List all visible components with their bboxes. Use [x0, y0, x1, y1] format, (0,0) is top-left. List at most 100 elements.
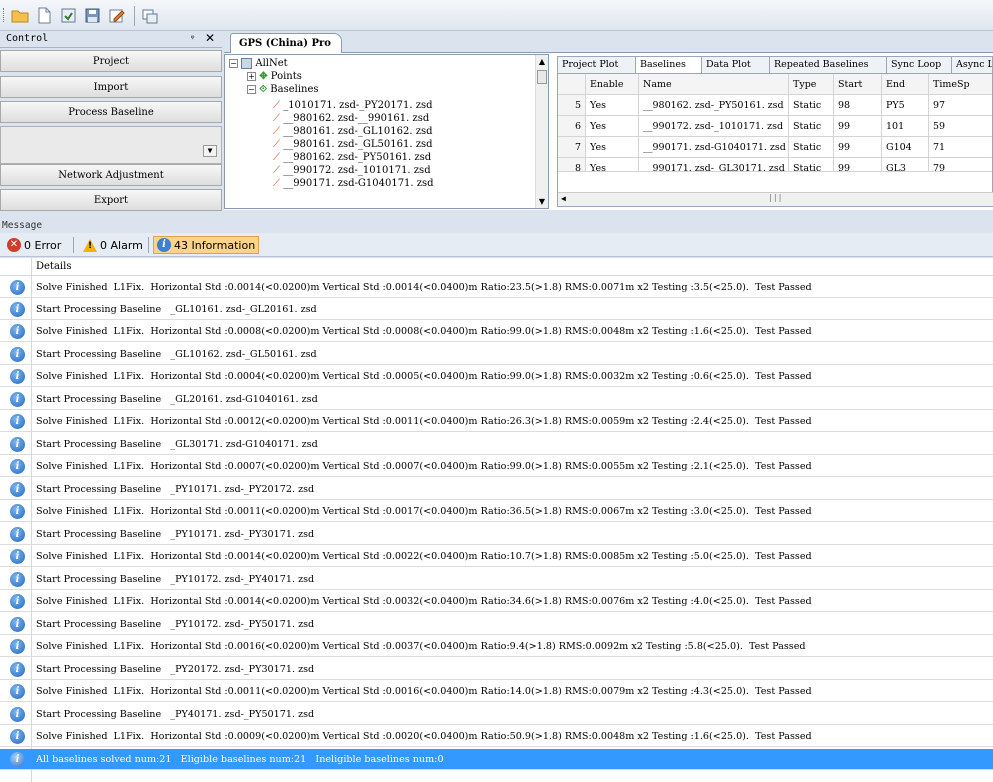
tree-baseline-item[interactable]: ⟋ __980162. zsd-__990161. zsd — [273, 113, 429, 125]
column-header-enable[interactable]: Enable — [586, 74, 639, 95]
cell-type[interactable]: Static — [789, 137, 834, 158]
import-button[interactable]: Import — [0, 76, 222, 98]
edit-icon[interactable] — [106, 6, 126, 25]
cell-start[interactable]: 99 — [834, 158, 882, 172]
row-number[interactable]: 5 — [558, 95, 586, 116]
row-number[interactable]: 7 — [558, 137, 586, 158]
message-row[interactable]: i Solve Finished L1Fix. Horizontal Std :0… — [0, 411, 993, 432]
error-filter-button[interactable]: ✕ 0 Error — [4, 236, 64, 254]
cell-enable[interactable]: Yes — [586, 116, 639, 137]
tab-project-plot[interactable]: Project Plot — [557, 56, 636, 74]
cell-end[interactable]: PY5 — [882, 95, 929, 116]
cell-start[interactable]: 99 — [834, 137, 882, 158]
project-button[interactable]: Project — [0, 50, 222, 72]
message-row[interactable]: i Solve Finished L1Fix. Horizontal Std :0… — [0, 366, 993, 387]
scroll-up-icon[interactable]: ▲ — [536, 57, 548, 66]
cell-start[interactable]: 98 — [834, 95, 882, 116]
collapse-icon[interactable]: − — [229, 59, 238, 68]
tab-repeated-baselines[interactable]: Repeated Baselines — [769, 56, 887, 74]
scroll-thumb[interactable] — [537, 70, 547, 84]
cell-enable[interactable]: Yes — [586, 137, 639, 158]
column-header-type[interactable]: Type — [789, 74, 834, 95]
cell-timespan[interactable]: 79 — [929, 158, 992, 172]
tree-baseline-item[interactable]: ⟋ __990171. zsd-G1040171. zsd — [273, 178, 434, 190]
column-header-timespan[interactable]: TimeSp — [929, 74, 992, 95]
cell-enable[interactable]: Yes — [586, 95, 639, 116]
tree-node-points[interactable]: + ✥ Points — [247, 71, 302, 83]
message-row[interactable]: i Start Processing Baseline _PY20172. zsd… — [0, 659, 993, 680]
message-row[interactable]: i Start Processing Baseline _GL10162. zsd… — [0, 344, 993, 365]
message-row[interactable]: i Solve Finished L1Fix. Horizontal Std :0… — [0, 726, 993, 747]
cell-timespan[interactable]: 59 — [929, 116, 992, 137]
cell-type[interactable]: Static — [789, 116, 834, 137]
column-header-start[interactable]: Start — [834, 74, 882, 95]
expand-icon[interactable]: + — [247, 72, 256, 81]
message-row[interactable]: i Solve Finished L1Fix. Horizontal Std :0… — [0, 681, 993, 702]
cell-end[interactable]: 101 — [882, 116, 929, 137]
tree-node-baselines[interactable]: − ⟐ Baselines — [247, 84, 319, 96]
column-header-end[interactable]: End — [882, 74, 929, 95]
scroll-down-icon[interactable]: ▼ — [536, 197, 548, 206]
cell-timespan[interactable]: 97 — [929, 95, 992, 116]
tree-baseline-item[interactable]: ⟋ __980161. zsd-_GL50161. zsd — [273, 139, 433, 151]
tree-scrollbar[interactable]: ▲ ▼ — [535, 55, 548, 208]
tab-sync-loop[interactable]: Sync Loop — [886, 56, 952, 74]
cell-end[interactable]: G104 — [882, 137, 929, 158]
new-file-icon[interactable] — [34, 6, 54, 25]
tree-baseline-item[interactable]: ⟋ __980161. zsd-_GL10162. zsd — [273, 126, 433, 138]
cell-name[interactable]: __990171. zsd-G1040171. zsd — [639, 137, 789, 158]
row-number[interactable]: 8 — [558, 158, 586, 172]
cell-enable[interactable]: Yes — [586, 158, 639, 172]
tab-async-loop[interactable]: Async L — [951, 56, 993, 74]
import-icon[interactable] — [58, 6, 78, 25]
cell-name[interactable]: __990172. zsd-_1010171. zsd — [639, 116, 789, 137]
tree-node-allnet[interactable]: − AllNet — [229, 58, 288, 70]
message-row[interactable]: i Solve Finished L1Fix. Horizontal Std :0… — [0, 501, 993, 522]
alarm-filter-button[interactable]: ! 0 Alarm — [80, 236, 146, 254]
row-number[interactable]: 6 — [558, 116, 586, 137]
message-row-selected[interactable]: i All baselines solved num:21 Eligible ba… — [0, 749, 993, 770]
tab-baselines[interactable]: Baselines — [635, 56, 702, 74]
tree-baseline-item[interactable]: ⟋ __980162. zsd-_PY50161. zsd — [273, 152, 431, 164]
network-adjustment-button[interactable]: Network Adjustment — [0, 164, 222, 186]
column-header-name[interactable]: Name — [639, 74, 789, 95]
message-row[interactable]: i Solve Finished L1Fix. Horizontal Std :0… — [0, 591, 993, 612]
cell-timespan[interactable]: 71 — [929, 137, 992, 158]
message-row[interactable]: i Solve Finished L1Fix. Horizontal Std :0… — [0, 546, 993, 567]
document-tab[interactable]: GPS (China) Pro — [230, 33, 342, 53]
column-header-details[interactable]: Details — [0, 258, 993, 276]
tree-baseline-item[interactable]: ⟋ __990172. zsd-_1010171. zsd — [273, 165, 431, 177]
cell-end[interactable]: GL3 — [882, 158, 929, 172]
save-icon[interactable] — [82, 6, 102, 25]
message-row[interactable]: i Solve Finished L1Fix. Horizontal Std :0… — [0, 456, 993, 477]
tab-data-plot[interactable]: Data Plot — [701, 56, 770, 74]
message-row[interactable]: i Start Processing Baseline _PY10171. zsd… — [0, 524, 993, 545]
close-icon[interactable]: ✕ — [205, 30, 215, 46]
open-folder-icon[interactable] — [10, 6, 30, 25]
message-row[interactable]: i Start Processing Baseline _PY10171. zsd… — [0, 479, 993, 500]
process-baseline-button[interactable]: Process Baseline — [0, 101, 222, 123]
message-row[interactable]: i Start Processing Baseline _PY40171. zsd… — [0, 704, 993, 725]
cell-name[interactable]: __990171. zsd-_GL30171. zsd — [639, 158, 789, 172]
window-icon[interactable] — [139, 6, 159, 25]
message-row[interactable]: i Start Processing Baseline _PY10172. zsd… — [0, 569, 993, 590]
message-row[interactable]: i Start Processing Baseline _GL30171. zsd… — [0, 434, 993, 455]
pin-icon[interactable]: ᵠ — [191, 31, 194, 47]
cell-name[interactable]: __980162. zsd-_PY50161. zsd — [639, 95, 789, 116]
message-row[interactable]: i Solve Finished L1Fix. Horizontal Std :0… — [0, 636, 993, 657]
information-filter-button[interactable]: i 43 Information — [153, 236, 260, 254]
message-row[interactable]: i Solve Finished L1Fix. Horizontal Std :0… — [0, 277, 993, 298]
cell-start[interactable]: 99 — [834, 116, 882, 137]
message-row[interactable]: i Solve Finished L1Fix. Horizontal Std :0… — [0, 321, 993, 342]
scroll-left-icon[interactable]: ◀ — [561, 194, 566, 203]
chevron-down-icon[interactable]: ▼ — [203, 145, 217, 157]
grid-horizontal-scrollbar[interactable]: ◀ ||| — [558, 192, 993, 206]
export-button[interactable]: Export — [0, 189, 222, 211]
scroll-grip[interactable]: ||| — [768, 193, 782, 202]
toolbar-grip[interactable] — [3, 8, 6, 22]
cell-type[interactable]: Static — [789, 158, 834, 172]
cell-type[interactable]: Static — [789, 95, 834, 116]
collapse-icon[interactable]: − — [247, 85, 256, 94]
tree-baseline-item[interactable]: ⟋ _1010171. zsd-_PY20171. zsd — [273, 100, 433, 112]
message-row[interactable]: i Start Processing Baseline _PY10172. zsd… — [0, 614, 993, 635]
